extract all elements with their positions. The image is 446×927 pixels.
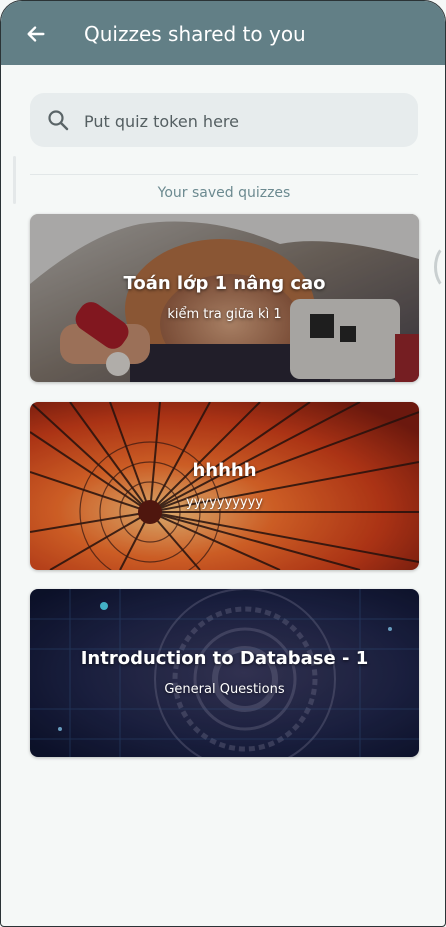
card-overlay xyxy=(30,589,419,757)
quiz-title: Toán lớp 1 nâng cao xyxy=(123,273,326,294)
page-title: Quizzes shared to you xyxy=(84,22,306,46)
phone-screen: Quizzes shared to you Your saved quizzes xyxy=(0,0,446,927)
quiz-card[interactable]: hhhhh yyyyyyyyyy xyxy=(30,402,419,570)
quiz-token-input[interactable] xyxy=(82,93,406,149)
quiz-subtitle: yyyyyyyyyy xyxy=(186,495,263,510)
back-button[interactable] xyxy=(21,19,51,49)
search-bar[interactable] xyxy=(30,93,418,149)
divider xyxy=(30,174,418,175)
quiz-card[interactable]: Toán lớp 1 nâng cao kiểm tra giữa kì 1 xyxy=(30,214,419,382)
quiz-title: Introduction to Database - 1 xyxy=(80,648,369,669)
quiz-subtitle: kiểm tra giữa kì 1 xyxy=(167,307,282,322)
card-overlay xyxy=(30,402,419,570)
quiz-subtitle: General Questions xyxy=(164,682,285,697)
section-label: Your saved quizzes xyxy=(157,185,291,201)
quiz-card[interactable]: Introduction to Database - 1 General Que… xyxy=(30,589,419,757)
arrow-left-icon xyxy=(27,26,45,42)
quiz-title: hhhhh xyxy=(192,460,257,481)
app-bar: Quizzes shared to you xyxy=(1,1,445,65)
side-handle[interactable] xyxy=(434,244,445,290)
card-overlay xyxy=(30,214,419,382)
search-icon xyxy=(48,110,69,131)
